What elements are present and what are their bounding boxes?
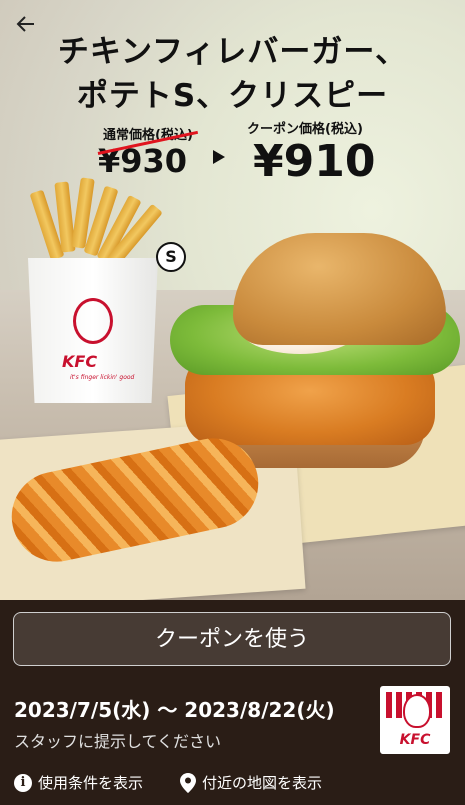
map-link[interactable]: 付近の地図を表示 (180, 772, 322, 793)
product-title-line-1: チキンフィレバーガー、 (57, 34, 408, 70)
staff-instruction: スタッフに提示してください (14, 732, 222, 751)
product-title-line-2: ポテトS、クリスピー (76, 78, 389, 114)
terms-link[interactable]: i 使用条件を表示 (14, 772, 143, 793)
coupon-image: KFC it's finger lickin' good S チキンフィレバーガ… (0, 0, 465, 600)
logo-wordmark: KFC (399, 732, 431, 748)
location-pin-icon (180, 772, 196, 793)
map-link-label: 付近の地図を表示 (202, 774, 323, 792)
fries-box-tagline: it's finger lickin' good (70, 374, 135, 381)
regular-price: ¥930 (98, 142, 188, 180)
coupon-price: ¥910 (253, 136, 376, 187)
size-badge: S (156, 242, 186, 272)
kfc-logo: KFC (380, 686, 450, 754)
fries-box-brand: KFC (62, 352, 98, 371)
colonel-icon (403, 694, 431, 728)
info-icon: i (14, 773, 32, 792)
validity-period: 2023/7/5(水) 〜 2023/8/22(火) (14, 698, 335, 722)
coupon-price-label: クーポン価格(税込) (247, 122, 363, 137)
terms-link-label: 使用条件を表示 (38, 774, 144, 792)
price-arrow-icon (213, 150, 225, 164)
coupon-screen: KFC it's finger lickin' good S チキンフィレバーガ… (0, 0, 465, 805)
use-coupon-button[interactable]: クーポンを使う (13, 612, 451, 666)
colonel-face-icon (73, 298, 113, 344)
burger-top-bun (233, 233, 446, 345)
